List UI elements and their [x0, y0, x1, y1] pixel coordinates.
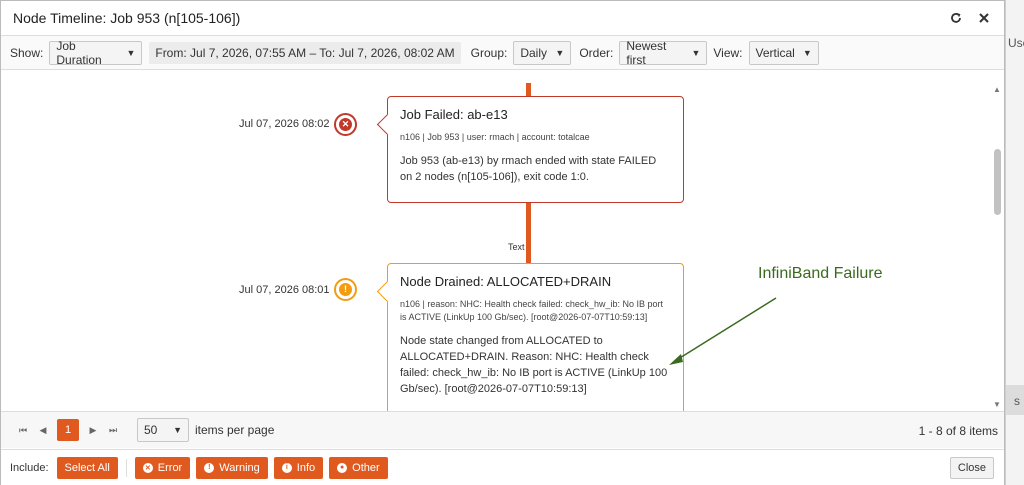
- vertical-scrollbar[interactable]: ▲ ▼: [990, 79, 1004, 409]
- event-body: Job 953 (ab-e13) by rmach ended with sta…: [400, 155, 657, 183]
- timeline-area: Text Jul 07, 2026 08:02 ✕ Job Failed: ab…: [1, 71, 1004, 411]
- scrollbar-thumb[interactable]: [994, 149, 1001, 215]
- item-count: 1 - 8 of 8 items: [918, 424, 998, 438]
- timeline-line: [526, 203, 531, 263]
- annotation-arrow-icon: [669, 297, 777, 365]
- view-label: View:: [713, 45, 743, 60]
- timeline-connector-label: Text: [508, 242, 525, 252]
- dialog-titlebar: Node Timeline: Job 953 (n[105-106]): [1, 1, 1004, 36]
- date-range: From: Jul 7, 2026, 07:55 AM – To: Jul 7,…: [149, 41, 461, 64]
- last-page-icon[interactable]: ⏭: [103, 425, 123, 436]
- order-label: Order:: [579, 45, 614, 60]
- chevron-down-icon: ▼: [555, 47, 565, 58]
- timeline-line: [526, 83, 531, 97]
- page-size-value: 50: [144, 423, 158, 437]
- scroll-up-icon[interactable]: ▲: [993, 85, 1001, 94]
- show-select-value: Job Duration: [56, 38, 102, 67]
- background-text-fragment: Use: [1008, 36, 1024, 50]
- filter-toolbar: Show: Job Duration ▼ From: Jul 7, 2026, …: [1, 36, 1004, 70]
- background-app: Use s: [1005, 0, 1024, 485]
- event-badge-warning: !: [334, 278, 357, 301]
- chevron-down-icon: ▼: [802, 47, 812, 58]
- chevron-down-icon: ▼: [691, 47, 701, 58]
- event-card-error[interactable]: Job Failed: ab-e13 n106 | Job 953 | user…: [387, 96, 684, 203]
- page-size-select[interactable]: 50 ▼: [137, 418, 189, 442]
- other-filter-button[interactable]: ● Other: [329, 456, 388, 479]
- order-select[interactable]: Newest first ▼: [619, 38, 708, 67]
- x-circle-icon: ✕: [339, 118, 352, 131]
- event-card-warning[interactable]: Node Drained: ALLOCATED+DRAIN n106 | rea…: [387, 263, 684, 411]
- event-timestamp: Jul 07, 2026 08:01: [239, 284, 330, 296]
- info-filter-button[interactable]: i Info: [273, 456, 324, 479]
- view-select-value: Vertical: [755, 45, 795, 60]
- x-circle-icon: ✕: [142, 462, 153, 473]
- dialog-title: Node Timeline: Job 953 (n[105-106]): [13, 10, 241, 26]
- chevron-down-icon: ▼: [173, 425, 182, 435]
- close-icon[interactable]: [976, 10, 992, 26]
- dialog-footer: Include: Select All ✕ Error ! Warning i …: [1, 449, 1004, 485]
- event-title: Job Failed: ab-e13: [400, 107, 508, 122]
- event-timestamp: Jul 07, 2026 08:02: [239, 118, 330, 130]
- event-meta: n106 | Job 953 | user: rmach | account: …: [400, 132, 590, 142]
- dot-icon: ●: [337, 462, 348, 473]
- close-button[interactable]: Close: [949, 457, 994, 479]
- include-label: Include:: [10, 461, 49, 474]
- background-text-fragment-2: s: [1014, 394, 1020, 408]
- group-select[interactable]: Daily ▼: [513, 40, 572, 65]
- group-select-value: Daily: [520, 45, 548, 60]
- pager: ⏮ ◀ 1 ▶ ⏭ 50 ▼ items per page 1 - 8 of 8…: [1, 411, 1004, 448]
- error-filter-button[interactable]: ✕ Error: [134, 456, 191, 479]
- event-badge-error: ✕: [334, 113, 357, 136]
- show-select[interactable]: Job Duration ▼: [49, 38, 143, 67]
- divider: [125, 458, 127, 477]
- warning-filter-button[interactable]: ! Warning: [196, 456, 268, 479]
- event-title: Node Drained: ALLOCATED+DRAIN: [400, 274, 612, 289]
- order-select-value: Newest first: [626, 38, 667, 67]
- exclamation-circle-icon: !: [204, 462, 215, 473]
- scroll-down-icon[interactable]: ▼: [993, 400, 1001, 409]
- annotation-label: InfiniBand Failure: [758, 265, 883, 282]
- node-timeline-dialog: Node Timeline: Job 953 (n[105-106]) Show…: [0, 0, 1005, 485]
- view-select[interactable]: Vertical ▼: [748, 40, 819, 65]
- next-page-icon[interactable]: ▶: [83, 425, 103, 436]
- show-label: Show:: [10, 45, 44, 60]
- current-page-button[interactable]: 1: [57, 419, 79, 441]
- group-label: Group:: [470, 45, 508, 60]
- chevron-down-icon: ▼: [126, 47, 136, 58]
- exclamation-circle-icon: !: [339, 283, 352, 296]
- select-all-button[interactable]: Select All: [56, 456, 118, 479]
- first-page-icon[interactable]: ⏮: [13, 425, 33, 436]
- info-circle-icon: i: [281, 462, 292, 473]
- event-body: Node state changed from ALLOCATED to ALL…: [400, 335, 668, 395]
- event-meta: n106 | reason: NHC: Health check failed:…: [400, 299, 663, 322]
- items-per-page-label: items per page: [195, 423, 275, 437]
- refresh-icon[interactable]: [948, 10, 964, 26]
- prev-page-icon[interactable]: ◀: [33, 425, 53, 436]
